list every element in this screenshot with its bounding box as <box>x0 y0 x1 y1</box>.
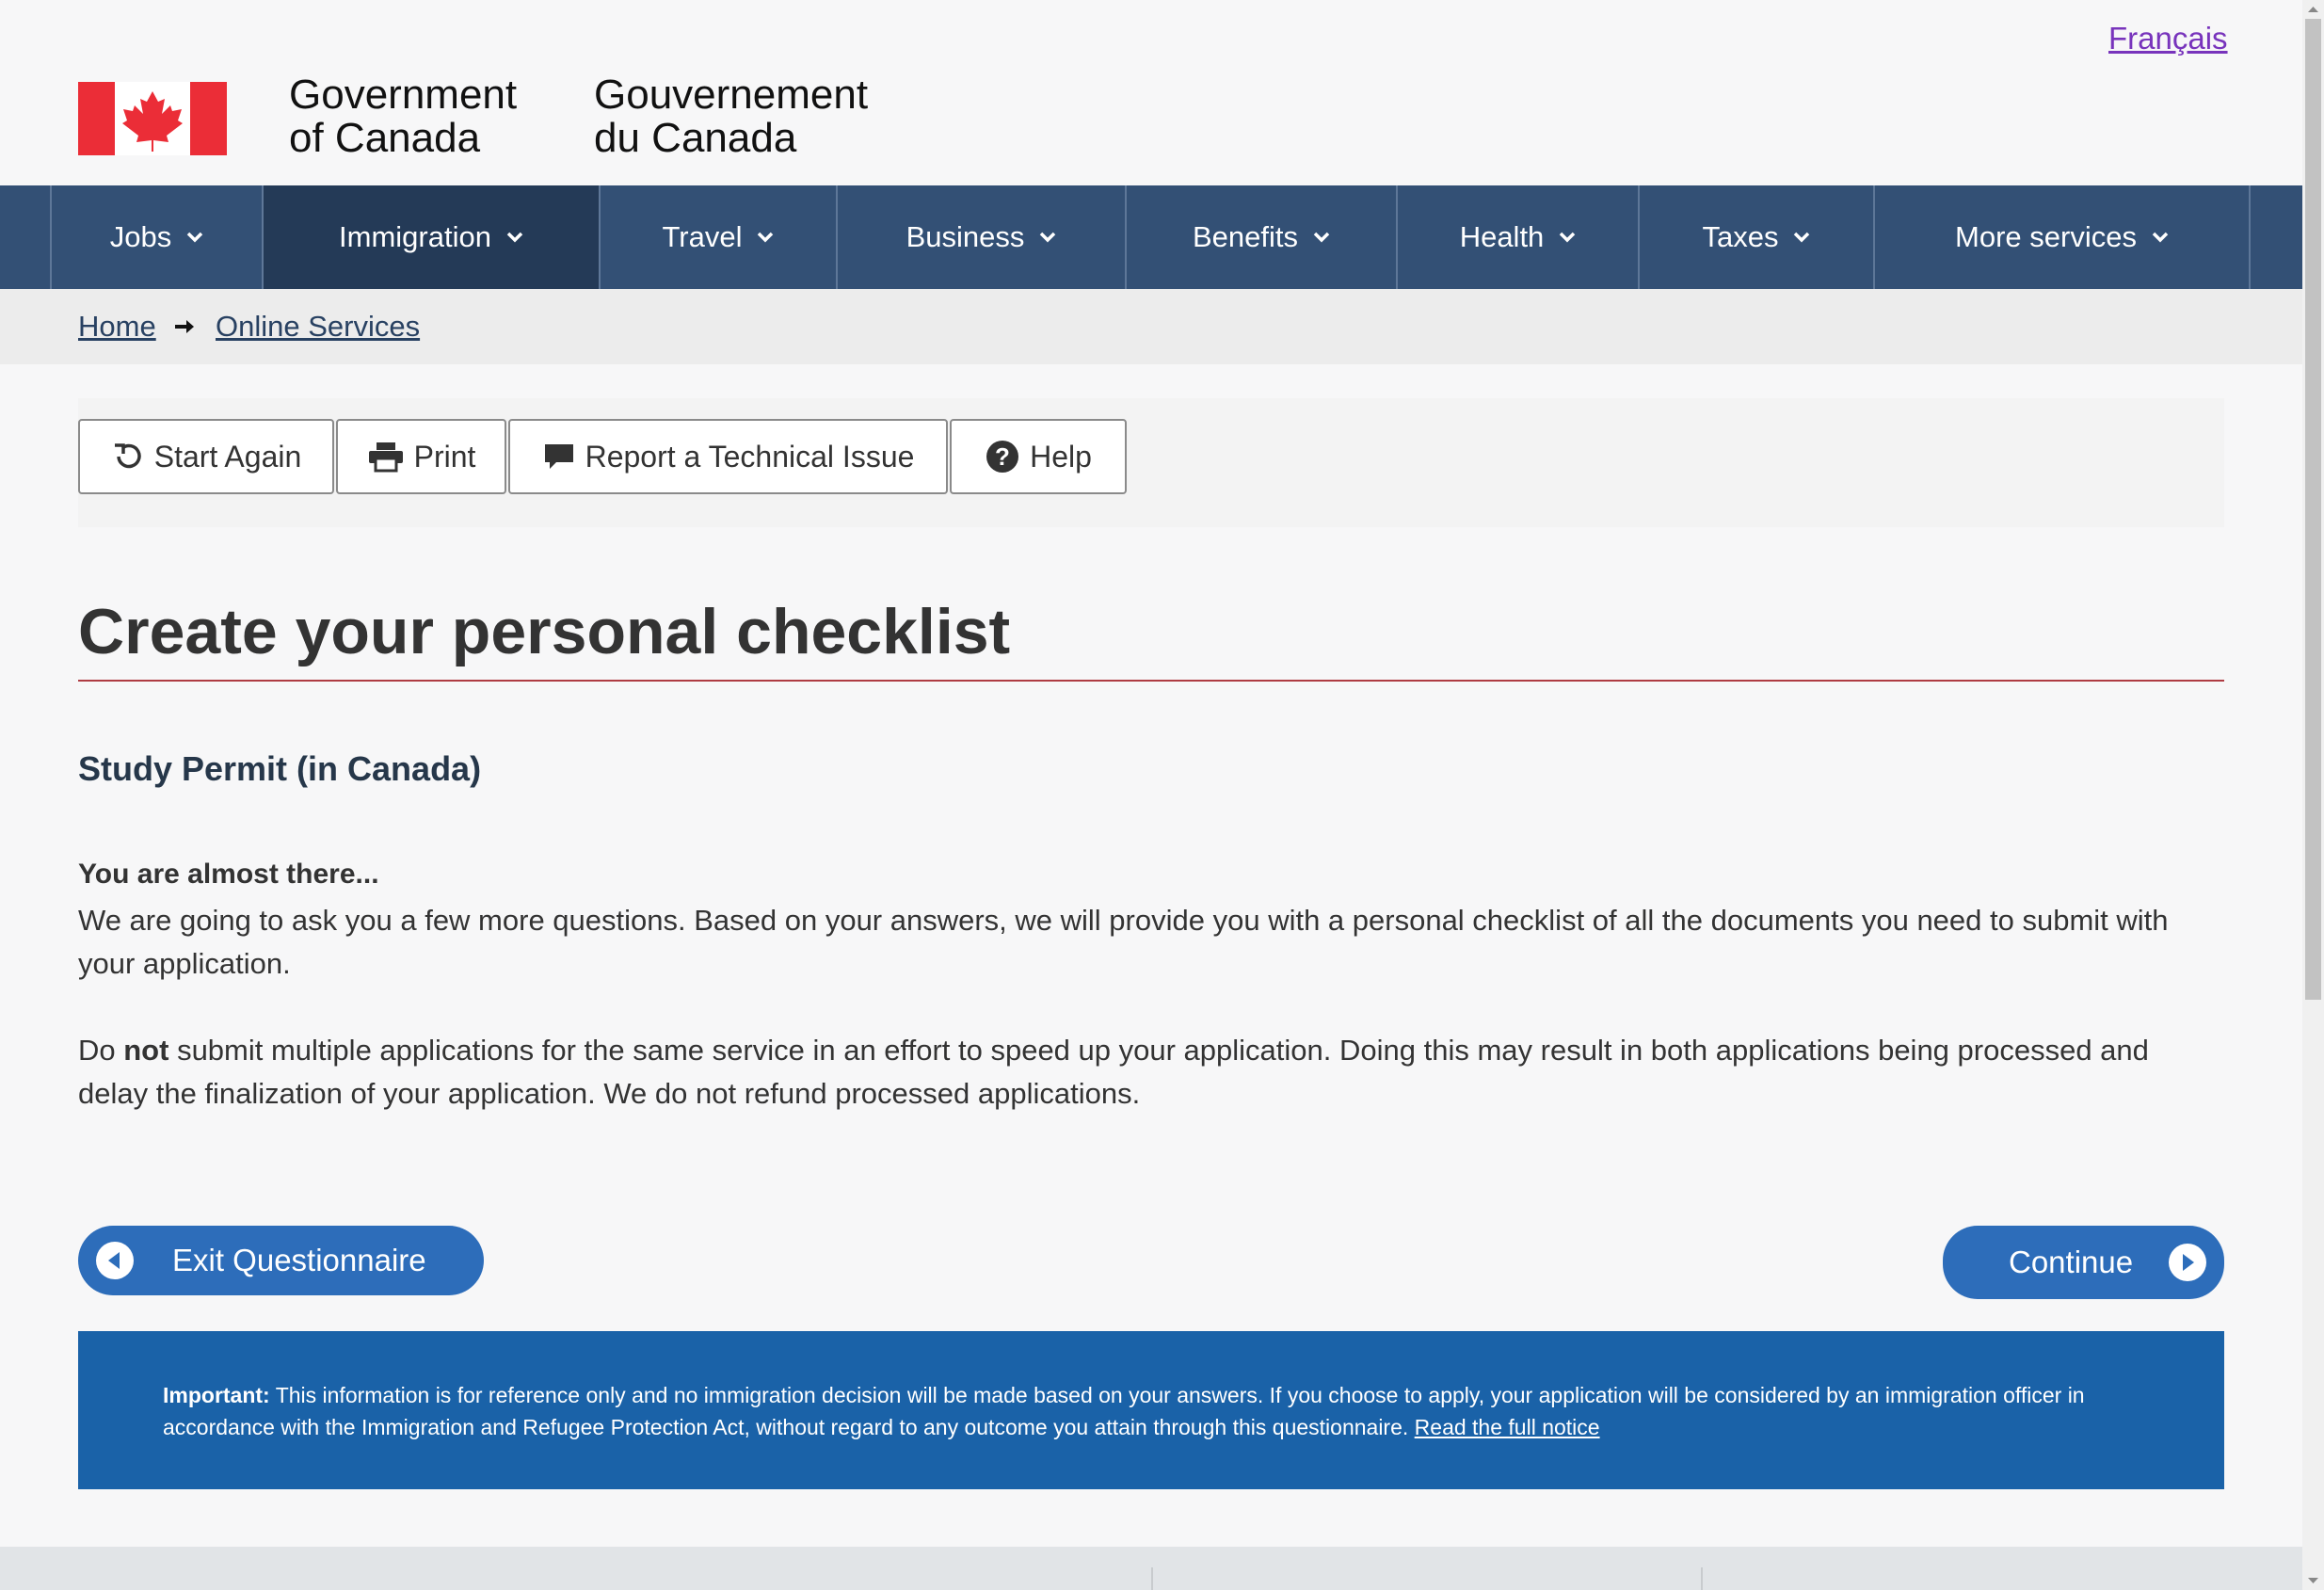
nav-item-travel[interactable]: Travel <box>599 185 836 289</box>
page-title: Create your personal checklist <box>78 596 1011 667</box>
notice-label: Important: <box>163 1383 270 1407</box>
help-button[interactable]: ? Help <box>950 419 1127 494</box>
circle-arrow-left-icon <box>96 1242 134 1279</box>
printer-icon <box>368 442 403 473</box>
nav-item-more-services[interactable]: More services <box>1873 185 2251 289</box>
important-notice: Important: This information is for refer… <box>78 1331 2224 1489</box>
nav-item-jobs[interactable]: Jobs <box>50 185 262 289</box>
breadcrumb-home-link[interactable]: Home <box>78 310 156 344</box>
chevron-down-icon <box>186 232 203 243</box>
notice-text: This information is for reference only a… <box>163 1383 2085 1439</box>
refresh-icon <box>114 443 141 469</box>
service-subtitle: Study Permit (in Canada) <box>78 749 482 788</box>
nav-item-taxes[interactable]: Taxes <box>1638 185 1873 289</box>
scroll-up-arrow-icon[interactable] <box>2305 2 2321 17</box>
chevron-down-icon <box>1560 232 1576 243</box>
report-technical-issue-button[interactable]: Report a Technical Issue <box>508 419 948 494</box>
nav-item-immigration[interactable]: Immigration <box>262 185 599 289</box>
chevron-down-icon <box>506 232 523 243</box>
comment-icon <box>544 444 573 469</box>
exit-questionnaire-button[interactable]: Exit Questionnaire <box>78 1226 484 1295</box>
signature-english: Government of Canada <box>289 72 518 161</box>
question-circle-icon: ? <box>986 441 1019 473</box>
nav-item-benefits[interactable]: Benefits <box>1125 185 1396 289</box>
main-navigation: Jobs Immigration Travel Business Benefit… <box>0 185 2302 289</box>
warning-paragraph: Do not submit multiple applications for … <box>78 1034 2149 1110</box>
nav-item-business[interactable]: Business <box>836 185 1125 289</box>
continue-button[interactable]: Continue <box>1943 1226 2224 1299</box>
chevron-down-icon <box>1313 232 1330 243</box>
circle-arrow-right-icon <box>2169 1244 2206 1281</box>
canada-flag-icon <box>78 82 227 155</box>
svg-text:?: ? <box>995 442 1010 471</box>
chevron-down-icon <box>1040 232 1056 243</box>
scroll-down-arrow-icon[interactable] <box>2305 1573 2321 1588</box>
breadcrumb-online-services-link[interactable]: Online Services <box>216 310 420 344</box>
language-toggle-link[interactable]: Français <box>2108 21 2228 56</box>
read-full-notice-link[interactable]: Read the full notice <box>1415 1415 1600 1439</box>
almost-there-heading: You are almost there... <box>78 859 379 890</box>
nav-item-health[interactable]: Health <box>1396 185 1638 289</box>
scrollbar-thumb[interactable] <box>2305 19 2321 1000</box>
chevron-down-icon <box>758 232 774 243</box>
footer-divider <box>1701 1567 1703 1590</box>
footer-divider <box>1151 1567 1153 1590</box>
title-underline <box>78 680 2224 682</box>
chevron-down-icon <box>2152 232 2169 243</box>
arrow-right-icon <box>175 320 194 333</box>
print-button[interactable]: Print <box>336 419 506 494</box>
intro-paragraph: We are going to ask you a few more quest… <box>78 904 2169 980</box>
chevron-down-icon <box>1794 232 1810 243</box>
start-again-button[interactable]: Start Again <box>78 419 334 494</box>
signature-french: Gouvernement du Canada <box>594 72 869 161</box>
